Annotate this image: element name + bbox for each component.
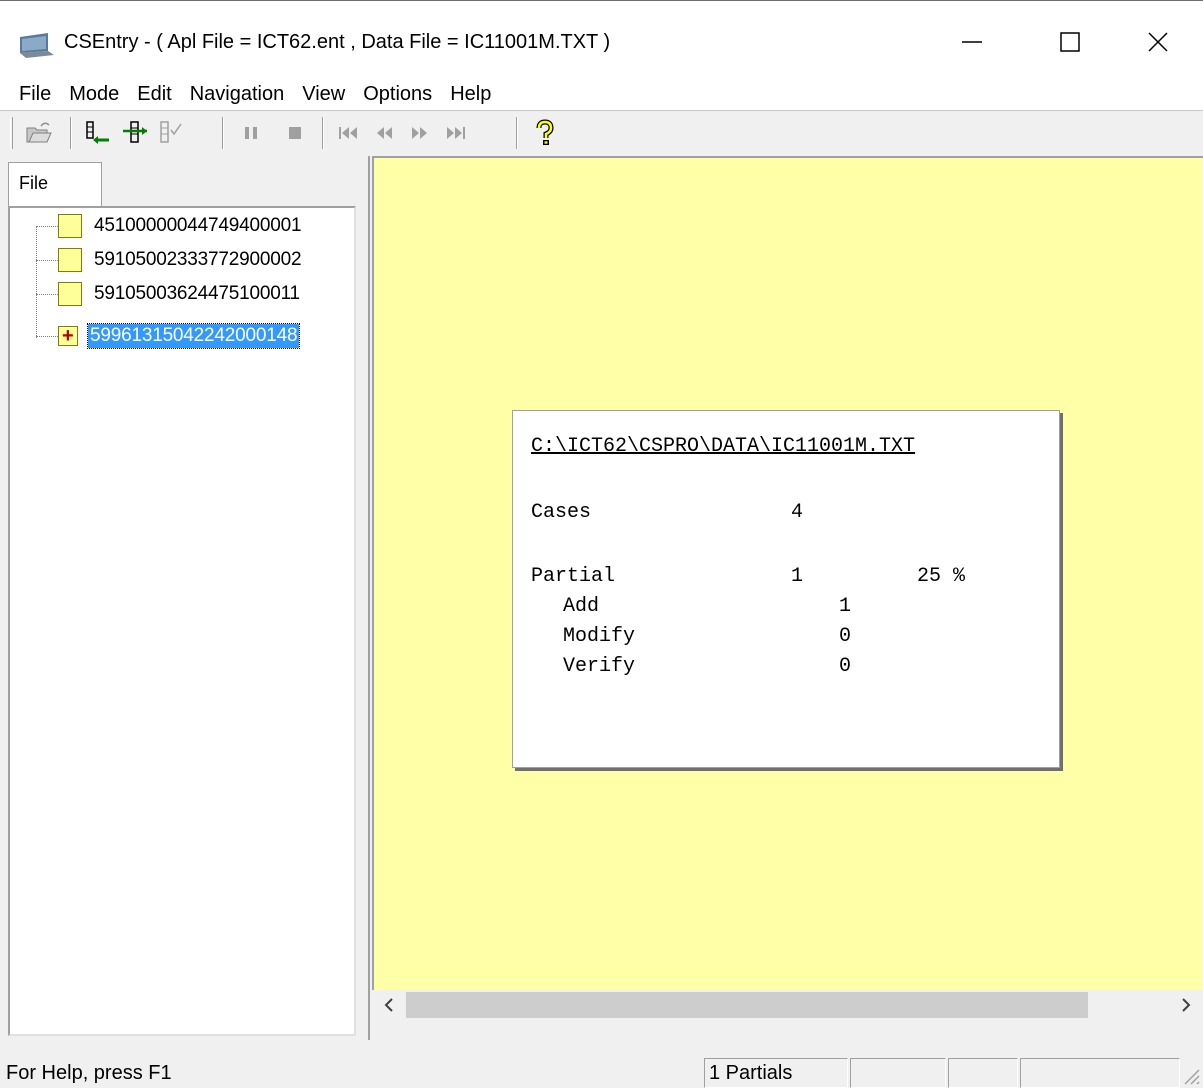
toolbar-separator	[222, 117, 224, 149]
toolbar-grip[interactable]	[10, 117, 13, 149]
cases-label: Cases	[531, 501, 592, 524]
verify-value: 0	[839, 655, 852, 678]
pause-icon	[245, 127, 257, 139]
add-case-icon	[86, 121, 109, 144]
status-help-text: For Help, press F1	[6, 1062, 172, 1084]
help-icon	[536, 119, 554, 145]
modify-label: Modify	[563, 625, 636, 648]
tree-item[interactable]: 45100000044749400001	[36, 210, 303, 242]
verify-case-button[interactable]	[156, 119, 186, 147]
case-icon	[58, 248, 82, 272]
open-icon	[26, 122, 52, 143]
scroll-left-button[interactable]	[372, 990, 406, 1020]
chevron-right-icon	[1182, 998, 1191, 1012]
partial-case-icon: +	[58, 326, 78, 346]
add-label: Add	[563, 595, 600, 618]
next-icon	[412, 127, 427, 139]
case-icon	[58, 282, 82, 306]
close-button[interactable]	[1130, 19, 1186, 65]
status-pane	[1020, 1058, 1180, 1088]
cases-value: 4	[791, 501, 804, 524]
menu-navigation[interactable]: Navigation	[181, 80, 294, 108]
modify-case-button[interactable]	[120, 119, 150, 147]
last-case-button[interactable]	[440, 119, 470, 147]
menu-help[interactable]: Help	[441, 80, 500, 108]
menu-view[interactable]: View	[293, 80, 354, 108]
tree-connector	[36, 335, 58, 337]
pause-button[interactable]	[236, 119, 266, 147]
title-bar: CSEntry - ( Apl File = ICT62.ent , Data …	[0, 0, 1203, 78]
partial-value: 1	[791, 565, 804, 588]
toolbar	[0, 110, 1203, 156]
case-icon	[58, 214, 82, 238]
menu-file[interactable]: File	[10, 80, 60, 108]
tree-item[interactable]: 59105002333772900002	[36, 244, 303, 276]
next-case-button[interactable]	[404, 119, 434, 147]
status-pane	[850, 1058, 946, 1088]
data-entry-area: C:\ICT62\CSPRO\DATA\IC11001M.TXT Cases 4…	[372, 156, 1203, 990]
tab-file[interactable]: File	[8, 162, 102, 206]
scroll-thumb[interactable]	[406, 992, 1088, 1018]
first-case-button[interactable]	[334, 119, 364, 147]
tree-connector	[36, 293, 58, 295]
stop-icon	[289, 127, 301, 139]
chevron-left-icon	[384, 998, 393, 1012]
menu-bar: File Mode Edit Navigation View Options H…	[0, 78, 1203, 110]
open-button[interactable]	[24, 119, 54, 147]
toolbar-separator	[322, 117, 324, 149]
partial-label: Partial	[531, 565, 616, 588]
modify-case-icon	[123, 121, 147, 143]
last-icon	[447, 127, 465, 139]
tree-connector	[36, 259, 58, 261]
case-tree: 45100000044749400001 5910500233377290000…	[8, 206, 356, 1036]
first-icon	[339, 127, 357, 139]
previous-icon	[377, 127, 392, 139]
tree-item[interactable]: 59105003624475100011	[36, 278, 302, 310]
help-button[interactable]	[530, 119, 560, 147]
close-icon	[1148, 32, 1168, 52]
scroll-right-button[interactable]	[1169, 990, 1203, 1020]
menu-options[interactable]: Options	[354, 80, 441, 108]
case-id: 59105002333772900002	[94, 249, 302, 270]
minimize-icon	[962, 41, 982, 43]
add-value: 1	[839, 595, 852, 618]
stop-button[interactable]	[280, 119, 310, 147]
menu-mode[interactable]: Mode	[60, 80, 128, 108]
status-pane	[948, 1058, 1018, 1088]
maximize-button[interactable]	[1042, 19, 1098, 65]
case-id: 45100000044749400001	[94, 215, 302, 236]
previous-case-button[interactable]	[370, 119, 400, 147]
minimize-button[interactable]	[944, 19, 1000, 65]
toolbar-separator	[516, 117, 518, 149]
data-file-path: C:\ICT62\CSPRO\DATA\IC11001M.TXT	[531, 435, 916, 458]
case-id: 59105003624475100011	[94, 283, 300, 304]
partial-percent: 25 %	[917, 565, 966, 588]
case-tree-panel: File 45100000044749400001 59105002333772…	[0, 156, 370, 1040]
horizontal-scrollbar[interactable]	[372, 990, 1203, 1040]
tree-connector	[36, 225, 58, 227]
resize-grip-icon[interactable]	[1179, 1064, 1201, 1086]
menu-edit[interactable]: Edit	[128, 80, 180, 108]
status-partials: 1 Partials	[704, 1058, 848, 1088]
add-case-button[interactable]	[82, 119, 112, 147]
modify-value: 0	[839, 625, 852, 648]
maximize-icon	[1060, 32, 1080, 52]
window-title: CSEntry - ( Apl File = ICT62.ent , Data …	[64, 31, 611, 53]
verify-label: Verify	[563, 655, 636, 678]
file-statistics-box: C:\ICT62\CSPRO\DATA\IC11001M.TXT Cases 4…	[512, 410, 1060, 768]
app-icon	[20, 33, 54, 58]
tree-item-selected[interactable]: + 59961315042242000148	[36, 320, 301, 352]
toolbar-separator	[70, 117, 72, 149]
verify-case-icon	[160, 121, 182, 143]
status-bar: For Help, press F1 1 Partials	[0, 1040, 1203, 1088]
case-id: 59961315042242000148	[86, 323, 301, 349]
